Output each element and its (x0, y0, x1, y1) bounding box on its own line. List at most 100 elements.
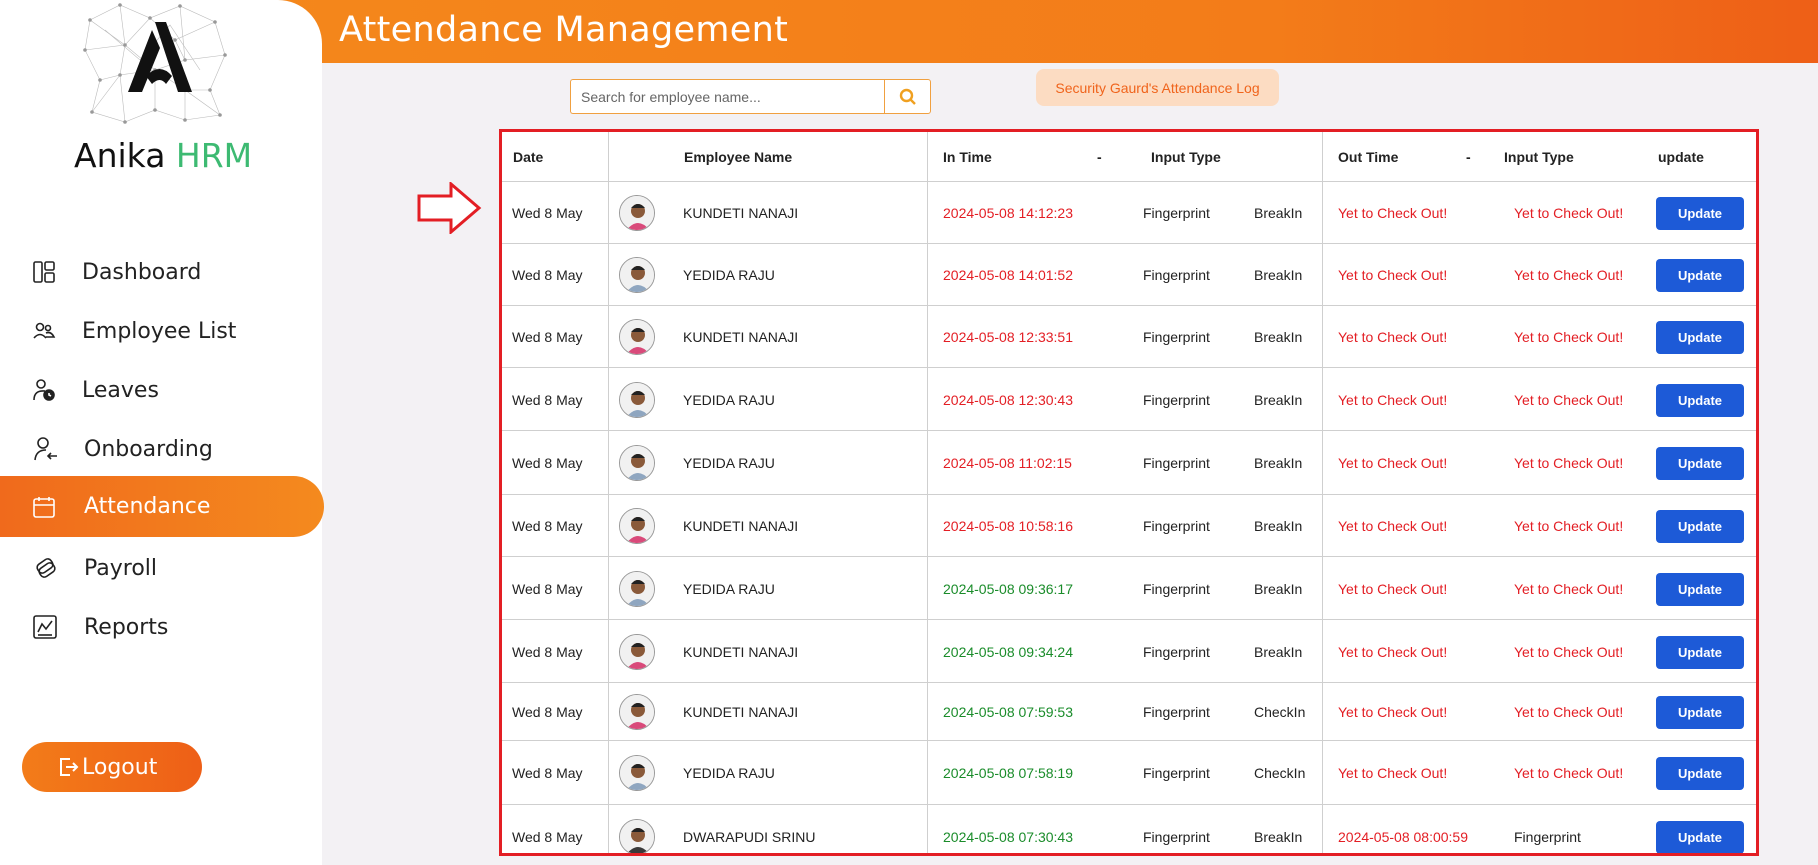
cell-out-input-type: Yet to Check Out! (1514, 644, 1624, 660)
avatar (619, 508, 655, 544)
update-button[interactable]: Update (1656, 447, 1744, 480)
cell-input-type: Fingerprint (1143, 765, 1210, 781)
update-button[interactable]: Update (1656, 573, 1744, 606)
cell-employee-name: KUNDETI NANAJI (683, 329, 799, 345)
update-button[interactable]: Update (1656, 757, 1744, 790)
avatar (619, 634, 655, 670)
header-separator: - (1466, 149, 1471, 165)
dashboard-icon (30, 258, 58, 286)
table-row: Wed 8 May KUNDETI NANAJI 2024-05-08 07:59:… (502, 683, 1756, 741)
cell-out-time: 2024-05-08 08:00:59 (1338, 829, 1468, 845)
cell-out-time: Yet to Check Out! (1338, 392, 1448, 408)
cell-in-time: 2024-05-08 12:30:43 (943, 392, 1073, 408)
header-in-time: In Time (943, 149, 992, 165)
cell-in-time: 2024-05-08 12:33:51 (943, 329, 1073, 345)
cell-in-time: 2024-05-08 14:01:52 (943, 267, 1073, 283)
avatar (619, 571, 655, 607)
arrow-annotation-icon (417, 182, 482, 234)
user-clock-icon (30, 376, 58, 404)
table-row: Wed 8 May KUNDETI NANAJI 2024-05-08 12:33:… (502, 306, 1756, 368)
update-button[interactable]: Update (1656, 510, 1744, 543)
cell-employee-name: YEDIDA RAJU (683, 392, 775, 408)
cell-input-type: Fingerprint (1143, 644, 1210, 660)
search-icon (899, 88, 916, 105)
sidebar-item-payroll[interactable]: Payroll (0, 539, 324, 597)
update-button[interactable]: Update (1656, 636, 1744, 669)
table-row: Wed 8 May YEDIDA RAJU 2024-05-08 12:30:43 F… (502, 368, 1756, 431)
table-row: Wed 8 May YEDIDA RAJU 2024-05-08 09:36:17 F… (502, 557, 1756, 620)
update-button[interactable]: Update (1656, 384, 1744, 417)
cell-event-type: BreakIn (1254, 581, 1303, 597)
cell-event-type: BreakIn (1254, 518, 1303, 534)
cell-out-input-type: Fingerprint (1514, 829, 1581, 845)
cell-out-input-type: Yet to Check Out! (1514, 581, 1624, 597)
avatar (619, 257, 655, 293)
cell-event-type: BreakIn (1254, 205, 1303, 221)
cell-out-input-type: Yet to Check Out! (1514, 267, 1624, 283)
brand-name: Anika HRM (74, 136, 253, 175)
chart-icon (31, 613, 59, 641)
search-input[interactable] (570, 79, 884, 114)
sidebar-item-attendance[interactable]: Attendance (0, 476, 324, 537)
cell-out-input-type: Yet to Check Out! (1514, 518, 1624, 534)
cell-event-type: BreakIn (1254, 829, 1303, 845)
table-header: Date Employee Name In Time - Input Type … (502, 132, 1756, 182)
security-guard-log-button[interactable]: Security Gaurd's Attendance Log (1036, 69, 1279, 106)
update-button[interactable]: Update (1656, 696, 1744, 729)
header-input-type: Input Type (1151, 149, 1221, 165)
header-separator: - (1097, 149, 1102, 165)
users-icon (30, 317, 58, 345)
cell-employee-name: YEDIDA RAJU (683, 455, 775, 471)
cell-in-time: 2024-05-08 07:59:53 (943, 704, 1073, 720)
sidebar-item-label: Attendance (84, 494, 211, 519)
sidebar-item-label: Employee List (82, 318, 237, 344)
cell-input-type: Fingerprint (1143, 392, 1210, 408)
sidebar-item-label: Payroll (84, 555, 158, 581)
cell-date: Wed 8 May (512, 581, 583, 597)
search-bar (570, 79, 931, 114)
cell-out-input-type: Yet to Check Out! (1514, 765, 1624, 781)
cell-out-time: Yet to Check Out! (1338, 455, 1448, 471)
sidebar-item-onboarding[interactable]: Onboarding (0, 420, 324, 478)
avatar (619, 382, 655, 418)
cell-out-input-type: Yet to Check Out! (1514, 205, 1624, 221)
money-icon (32, 554, 60, 582)
cell-event-type: CheckIn (1254, 704, 1306, 720)
update-button[interactable]: Update (1656, 259, 1744, 292)
logout-icon (60, 758, 79, 776)
cell-event-type: BreakIn (1254, 267, 1303, 283)
sidebar: Anika HRM Dashboard Employee List Leaves… (0, 0, 324, 865)
sidebar-item-reports[interactable]: Reports (0, 598, 324, 656)
cell-input-type: Fingerprint (1143, 581, 1210, 597)
sidebar-item-dashboard[interactable]: Dashboard (0, 243, 324, 301)
sidebar-item-leaves[interactable]: Leaves (0, 361, 324, 419)
update-button[interactable]: Update (1656, 321, 1744, 354)
cell-in-time: 2024-05-08 11:02:15 (943, 455, 1072, 471)
avatar (619, 319, 655, 355)
cell-date: Wed 8 May (512, 455, 583, 471)
sidebar-item-employee-list[interactable]: Employee List (0, 302, 324, 360)
cell-out-time: Yet to Check Out! (1338, 329, 1448, 345)
cell-input-type: Fingerprint (1143, 518, 1210, 534)
cell-in-time: 2024-05-08 07:58:19 (943, 765, 1073, 781)
cell-out-input-type: Yet to Check Out! (1514, 704, 1624, 720)
table-row: Wed 8 May KUNDETI NANAJI 2024-05-08 09:34:… (502, 620, 1756, 683)
search-button[interactable] (884, 79, 931, 114)
update-button[interactable]: Update (1656, 821, 1744, 853)
cell-input-type: Fingerprint (1143, 267, 1210, 283)
logout-button[interactable]: Logout (22, 742, 202, 792)
cell-employee-name: DWARAPUDI SRINU (683, 829, 816, 845)
cell-out-time: Yet to Check Out! (1338, 267, 1448, 283)
cell-in-time: 2024-05-08 09:34:24 (943, 644, 1073, 660)
header-date: Date (513, 149, 544, 165)
cell-date: Wed 8 May (512, 329, 583, 345)
avatar (619, 755, 655, 791)
avatar (619, 195, 655, 231)
cell-event-type: BreakIn (1254, 329, 1303, 345)
update-button[interactable]: Update (1656, 197, 1744, 230)
cell-out-time: Yet to Check Out! (1338, 581, 1448, 597)
cell-out-time: Yet to Check Out! (1338, 644, 1448, 660)
cell-input-type: Fingerprint (1143, 455, 1210, 471)
cell-input-type: Fingerprint (1143, 205, 1210, 221)
sidebar-item-label: Onboarding (84, 436, 213, 462)
